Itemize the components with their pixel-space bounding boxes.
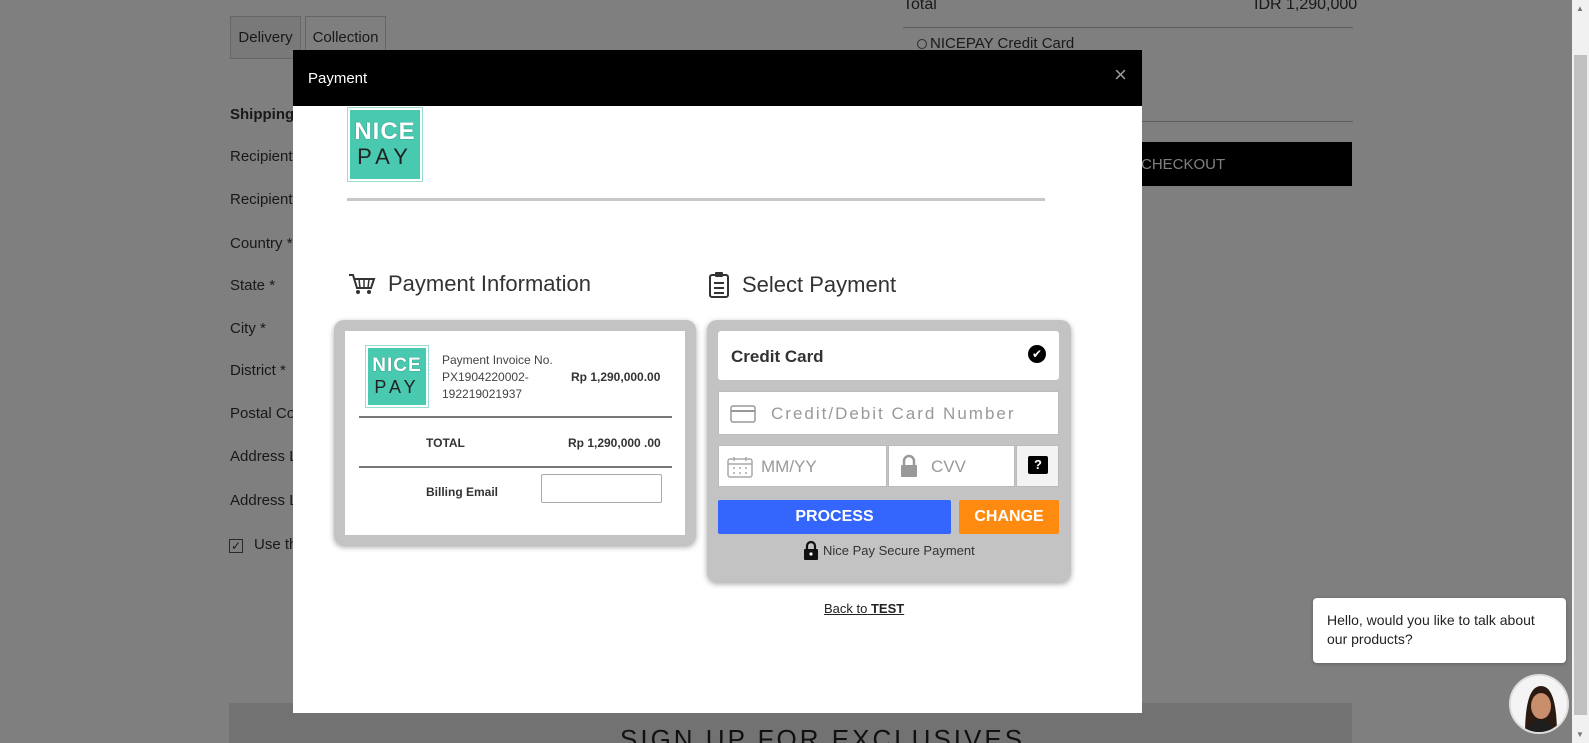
question-icon: ? (1028, 456, 1048, 474)
total-value: Rp 1,290,000 .00 (568, 436, 661, 450)
divider (359, 416, 672, 418)
close-icon[interactable]: × (1114, 64, 1127, 86)
payment-information-title: Payment Information (388, 271, 591, 296)
credit-card-icon (730, 405, 756, 423)
lock-icon (804, 540, 818, 560)
chat-avatar[interactable] (1509, 674, 1569, 734)
secure-payment-note: Nice Pay Secure Payment (803, 540, 975, 560)
select-payment-card: Credit Card ✔ Credit/Debit Card Number M… (707, 320, 1071, 582)
payment-modal: Payment × NICE PAY Payment Information S… (293, 50, 1142, 713)
logo-text-pay: PAY (374, 376, 420, 397)
lock-icon (901, 454, 917, 477)
payment-information-card: NICE PAY Payment Invoice No. PX190422000… (334, 320, 696, 545)
change-button[interactable]: CHANGE (959, 500, 1059, 534)
logo-text-nice: NICE (354, 117, 416, 145)
logo-text-nice: NICE (372, 354, 422, 376)
card-number-placeholder: Credit/Debit Card Number (771, 404, 1016, 423)
credit-card-label: Credit Card (731, 347, 824, 366)
billing-email-input[interactable] (541, 474, 662, 503)
checkmark-icon: ✔ (1028, 345, 1046, 363)
divider (347, 198, 1045, 201)
expiry-placeholder: MM/YY (761, 457, 817, 476)
process-button[interactable]: PROCESS (718, 500, 951, 534)
billing-email-label: Billing Email (426, 485, 499, 499)
expiry-input[interactable]: MM/YY (718, 445, 887, 487)
cvv-input[interactable]: CVV (888, 445, 1015, 487)
card-number-input[interactable]: Credit/Debit Card Number (718, 391, 1059, 435)
scrollbar[interactable]: ▲ ▼ (1572, 0, 1589, 743)
scrollbar-thumb[interactable] (1574, 55, 1587, 715)
chat-message: Hello, would you like to talk about our … (1327, 612, 1535, 647)
invoice-amount: Rp 1,290,000.00 (571, 370, 661, 384)
credit-card-option[interactable]: Credit Card ✔ (718, 331, 1059, 380)
payment-information-heading: Payment Information (348, 271, 591, 297)
back-prefix: Back to (824, 601, 868, 616)
clipboard-icon (709, 272, 729, 298)
invoice-panel: NICE PAY Payment Invoice No. PX190422000… (345, 331, 685, 535)
calendar-icon (727, 457, 753, 478)
scroll-down-icon[interactable]: ▼ (1576, 730, 1584, 739)
chat-message-bubble[interactable]: Hello, would you like to talk about our … (1313, 598, 1566, 663)
select-payment-heading: Select Payment (708, 271, 896, 299)
scroll-up-icon[interactable]: ▲ (1576, 4, 1584, 13)
modal-header: Payment × (293, 50, 1142, 106)
back-target: TEST (870, 601, 905, 616)
cvv-help-button[interactable]: ? (1016, 445, 1059, 487)
nicepay-logo-small: NICE PAY (366, 346, 428, 407)
invoice-number: Payment Invoice No. PX1904220002-1922190… (442, 353, 553, 401)
modal-title: Payment (308, 70, 368, 87)
shopping-cart-icon (349, 274, 376, 294)
cvv-placeholder: CVV (931, 457, 966, 476)
total-label: TOTAL (426, 436, 465, 450)
nicepay-logo: NICE PAY (348, 108, 422, 181)
secure-payment-label: Nice Pay Secure Payment (823, 542, 975, 558)
logo-text-pay: PAY (357, 143, 413, 169)
back-to-merchant-link[interactable]: Back to TEST (824, 601, 904, 616)
select-payment-title: Select Payment (742, 272, 897, 297)
divider (359, 466, 672, 468)
